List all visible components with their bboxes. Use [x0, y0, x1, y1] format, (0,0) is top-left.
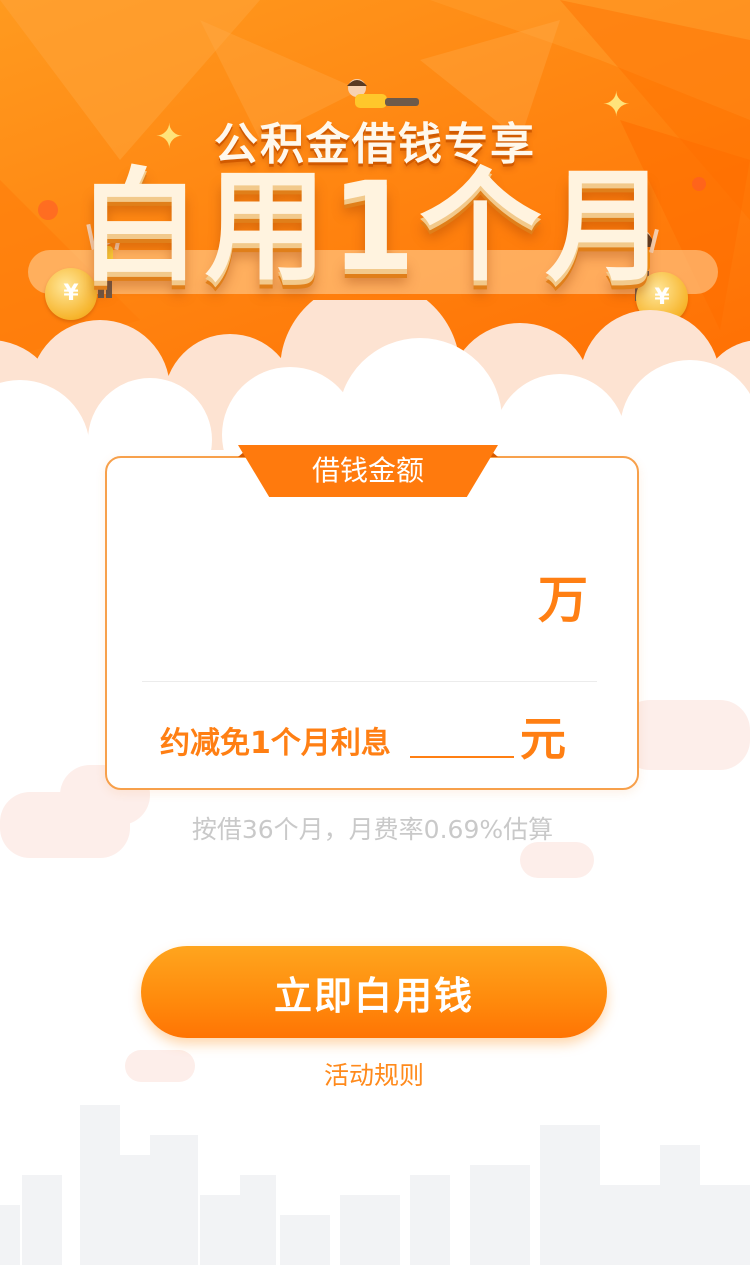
card-divider [142, 681, 597, 682]
promo-banner: ✦ ✦ ¥ ¥ 公积金借钱专享 白用1个月 [0, 0, 750, 460]
borrow-now-button[interactable]: 立即白用钱 [141, 946, 607, 1038]
rate-note: 按借36个月，月费率0.69%估算 [191, 815, 554, 844]
interest-saving-value [410, 756, 514, 758]
loan-amount-tab: 借钱金额 [238, 445, 498, 497]
activity-rules-link[interactable]: 活动规则 [0, 1056, 748, 1092]
amount-unit: 万 [538, 571, 588, 629]
city-skyline [0, 1105, 750, 1265]
loan-amount-input[interactable] [140, 550, 524, 632]
interest-saving-label: 约减免1个月利息 [160, 726, 391, 761]
banner-headline: 白用1个月 [78, 156, 672, 298]
interest-unit: 元 [520, 712, 566, 766]
background-cloud [620, 700, 750, 770]
background-cloud [520, 842, 594, 878]
banner-cloud-edge [0, 300, 750, 460]
